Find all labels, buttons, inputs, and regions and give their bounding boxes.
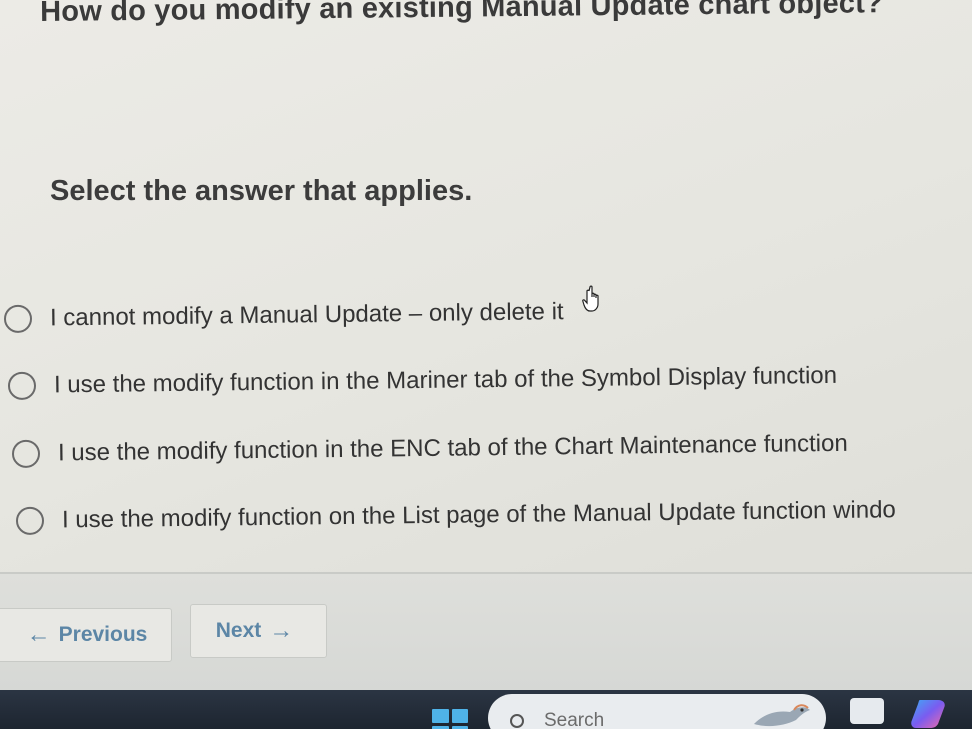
answer-option-label: I use the modify function in the Mariner… (53, 361, 838, 399)
radio-button[interactable] (7, 371, 37, 400)
taskbar: Search (0, 690, 972, 729)
navigation-bar: ← Previous Next → (0, 572, 972, 692)
search-icon (510, 714, 524, 728)
copilot-icon[interactable] (910, 696, 950, 728)
answer-option-label: I use the modify function in the ENC tab… (57, 429, 848, 467)
taskbar-search[interactable]: Search (488, 694, 826, 729)
search-highlight-image (754, 704, 810, 727)
search-placeholder: Search (544, 710, 605, 729)
radio-button[interactable] (3, 304, 33, 333)
next-label: Next (215, 619, 262, 642)
answer-option-label: I use the modify function on the List pa… (61, 496, 896, 534)
arrow-right-icon: → (269, 617, 294, 644)
radio-button[interactable] (11, 439, 41, 468)
previous-label: Previous (58, 623, 148, 646)
answer-option-label: I cannot modify a Manual Update – only d… (49, 298, 564, 332)
question-title: How do you modify an existing Manual Upd… (40, 0, 884, 28)
answer-option-1[interactable]: I cannot modify a Manual Update – only d… (3, 298, 564, 333)
next-button[interactable]: Next → (190, 604, 327, 658)
radio-button[interactable] (15, 506, 45, 535)
hand-pointer-icon (582, 285, 599, 312)
arrow-left-icon: ← (26, 621, 51, 648)
answer-option-4[interactable]: I use the modify function on the List pa… (15, 496, 896, 535)
quiz-screen: How do you modify an existing Manual Upd… (0, 0, 972, 729)
windows-start-icon[interactable] (432, 709, 468, 729)
previous-button[interactable]: ← Previous (0, 608, 172, 662)
task-view-icon[interactable] (850, 698, 884, 724)
answer-option-3[interactable]: I use the modify function in the ENC tab… (11, 429, 848, 468)
answer-option-2[interactable]: I use the modify function in the Mariner… (7, 361, 838, 400)
instruction-text: Select the answer that applies. (50, 175, 473, 207)
